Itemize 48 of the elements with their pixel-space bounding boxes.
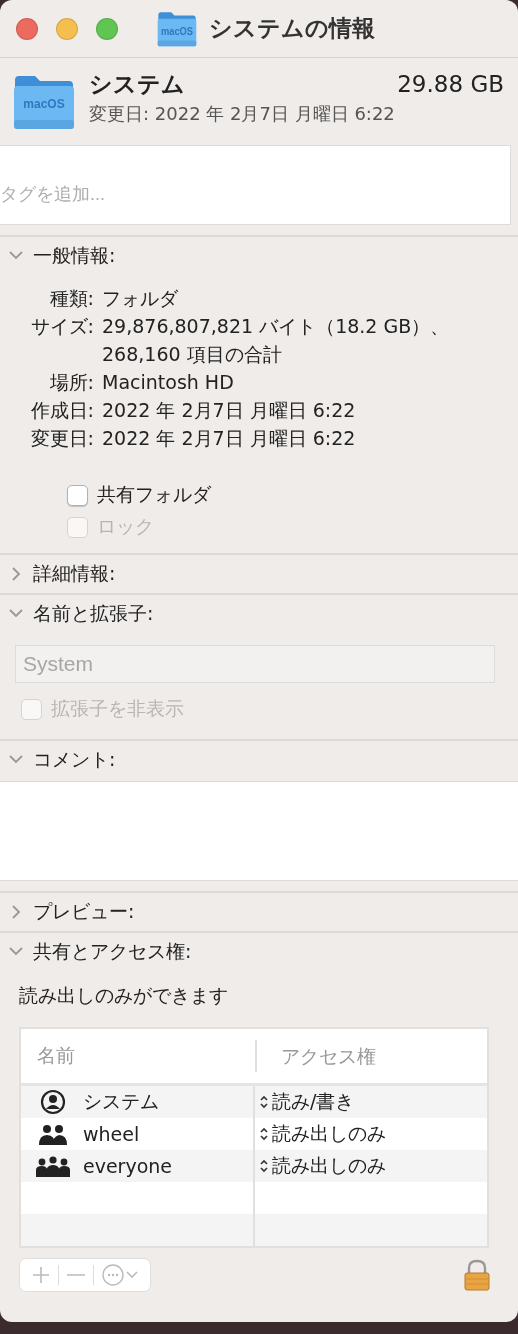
updown-icon — [259, 1127, 269, 1141]
info-label: 作成日: — [29, 398, 94, 423]
user-name: システム — [83, 1089, 159, 1114]
minimize-button[interactable] — [56, 17, 78, 40]
info-value: 268,160 項目の合計 — [102, 342, 283, 367]
info-label: 場所: — [48, 370, 94, 395]
info-value: Macintosh HD — [102, 370, 235, 395]
updown-icon — [259, 1159, 269, 1173]
checkbox[interactable] — [67, 484, 88, 506]
updown-icon — [259, 1095, 269, 1109]
chevron-icon — [9, 905, 23, 919]
person-icon — [40, 1089, 66, 1115]
user-name: wheel — [83, 1123, 140, 1145]
two-people-icon — [38, 1123, 68, 1145]
access-popup[interactable]: 読み/書き — [255, 1089, 487, 1115]
plus-icon — [32, 1266, 50, 1284]
info-value: 2022 年 2月7日 月曜日 6:22 — [102, 398, 357, 423]
more-icon — [102, 1264, 124, 1286]
info-label: 種類: — [48, 286, 94, 311]
access-popup[interactable]: 読み出しのみ — [255, 1121, 487, 1147]
checkbox-label: 共有フォルダ — [97, 482, 211, 507]
info-value: フォルダ — [102, 286, 179, 311]
access-popup[interactable]: 読み出しのみ — [255, 1153, 487, 1179]
section-toggle[interactable]: プレビュー: — [0, 893, 135, 931]
info-label: サイズ: — [29, 314, 94, 339]
file-name: システム — [89, 70, 185, 99]
file-size: 29.88 GB — [397, 71, 504, 97]
section-toggle[interactable]: 詳細情報: — [0, 555, 116, 593]
section-toggle[interactable]: コメント: — [0, 741, 116, 779]
comment-field[interactable] — [0, 781, 518, 881]
info-value: 2022 年 2月7日 月曜日 6:22 — [102, 426, 357, 451]
locked-padlock-icon[interactable] — [462, 1259, 492, 1291]
close-button[interactable] — [16, 17, 38, 40]
section-toggle[interactable]: 一般情報: — [0, 237, 116, 275]
info-label: 変更日: — [29, 426, 94, 451]
user-name: everyone — [83, 1155, 173, 1177]
three-people-icon — [36, 1155, 70, 1177]
minus-icon — [67, 1274, 85, 1276]
section-toggle[interactable]: 名前と拡張子: — [0, 595, 154, 633]
window-title: システムの情報 — [209, 14, 375, 43]
chevron-icon — [9, 567, 23, 581]
modified-date: 変更日: 2022 年 2月7日 月曜日 6:22 — [89, 102, 396, 126]
access-note: 読み出しのみができます — [18, 983, 229, 1008]
info-value: 29,876,807,821 バイト（18.2 GB）、 — [102, 314, 451, 339]
section-toggle[interactable]: 共有とアクセス権: — [0, 933, 192, 971]
zoom-button[interactable] — [96, 17, 118, 40]
chevron-down-icon — [126, 1271, 138, 1279]
tags-field[interactable]: タグを追加... — [0, 145, 511, 225]
